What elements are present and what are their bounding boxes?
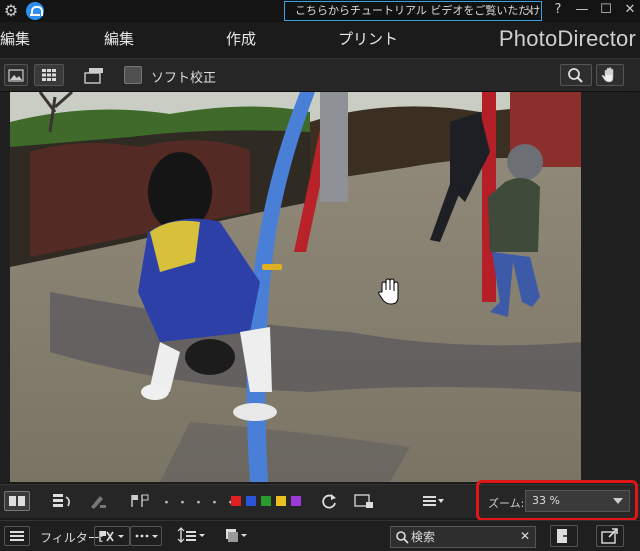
rotate-icon xyxy=(322,494,336,509)
magnifier-icon xyxy=(568,68,583,83)
filter-bar: フィルター: ✕ xyxy=(0,520,640,551)
photo-image xyxy=(10,92,581,482)
sort-order-icon xyxy=(177,527,205,543)
stack-view-button[interactable] xyxy=(222,526,250,546)
hamburger-icon xyxy=(10,531,24,541)
help-button[interactable]: ? xyxy=(551,1,565,19)
flag-filter-button[interactable] xyxy=(94,526,130,546)
brush-icon xyxy=(91,496,106,509)
notification-icon[interactable] xyxy=(26,2,44,20)
color-label-red[interactable] xyxy=(231,496,241,506)
zoom-highlight-box xyxy=(476,480,638,521)
color-label-purple[interactable] xyxy=(291,496,301,506)
compare-view-button[interactable] xyxy=(4,491,30,511)
export-button[interactable] xyxy=(596,525,624,547)
grid-view-button[interactable] xyxy=(34,64,64,86)
stack-icon xyxy=(226,529,247,542)
color-label-yellow[interactable] xyxy=(276,496,286,506)
import-icon xyxy=(557,529,575,543)
menu-button[interactable] xyxy=(4,526,30,546)
menu-item-print[interactable]: プリント xyxy=(338,28,398,49)
maximize-button[interactable]: ☐ xyxy=(598,1,614,19)
photo-viewer[interactable] xyxy=(0,92,640,482)
export-icon xyxy=(601,528,618,544)
info-overlay-button[interactable] xyxy=(352,491,376,511)
color-label-blue[interactable] xyxy=(246,496,256,506)
split-view-icon xyxy=(9,496,25,506)
search-box[interactable]: ✕ xyxy=(390,526,536,548)
single-image-icon xyxy=(8,69,24,82)
brush-button[interactable] xyxy=(86,491,108,511)
search-icon xyxy=(396,531,409,544)
menu-item-create[interactable]: 作成 xyxy=(226,28,256,49)
hand-icon xyxy=(601,67,614,83)
compare-window-button[interactable] xyxy=(82,65,106,87)
menu-item-edit-1[interactable]: 編集 xyxy=(0,28,30,49)
sort-icon xyxy=(423,496,444,506)
sort-order-button[interactable] xyxy=(176,526,208,546)
color-label-green[interactable] xyxy=(261,496,271,506)
tutorial-notice[interactable]: こちらからチュートリアル ビデオをご覧いただけます。 × xyxy=(284,1,542,35)
sort-menu-button[interactable] xyxy=(420,491,446,511)
module-menu-bar: 編集 編集 作成 プリント PhotoDirector xyxy=(0,22,640,56)
photo-info-icon xyxy=(354,494,373,508)
zoom-tool-button[interactable] xyxy=(560,64,592,86)
minimize-button[interactable]: — xyxy=(574,1,590,19)
rating-dots[interactable]: ・・・・・ xyxy=(160,492,240,511)
stack-rotate-icon xyxy=(53,494,70,507)
flag-button[interactable] xyxy=(128,491,152,511)
window-icon xyxy=(84,68,103,84)
rating-filter-icon xyxy=(135,534,158,538)
flag-icon xyxy=(131,494,149,507)
import-button[interactable] xyxy=(550,525,578,547)
vertical-scrollbar[interactable] xyxy=(630,92,640,482)
clear-search-icon[interactable]: ✕ xyxy=(520,529,530,543)
grid-icon xyxy=(42,69,56,81)
menu-item-edit-2[interactable]: 編集 xyxy=(104,28,134,49)
playground-photo xyxy=(10,92,581,482)
gear-icon[interactable]: ⚙ xyxy=(2,2,20,20)
close-window-button[interactable]: ✕ xyxy=(622,1,638,19)
rotate-stack-button[interactable] xyxy=(50,491,74,511)
flag-filter-icon xyxy=(99,531,124,542)
brand-logo: PhotoDirector xyxy=(498,26,636,51)
view-toolbar: ソフト校正 xyxy=(0,58,640,92)
soft-proof-label: ソフト校正 xyxy=(151,71,217,86)
rotate-button[interactable] xyxy=(318,491,340,511)
search-input[interactable] xyxy=(411,527,511,547)
hand-tool-button[interactable] xyxy=(596,64,624,86)
rating-filter-button[interactable] xyxy=(130,526,162,546)
single-view-button[interactable] xyxy=(4,64,28,86)
title-bar: ⚙ こちらからチュートリアル ビデオをご覧いただけます。 × ? — ☐ ✕ xyxy=(0,0,640,35)
notice-close-icon[interactable]: × xyxy=(525,2,535,20)
soft-proof-checkbox[interactable] xyxy=(124,66,142,84)
